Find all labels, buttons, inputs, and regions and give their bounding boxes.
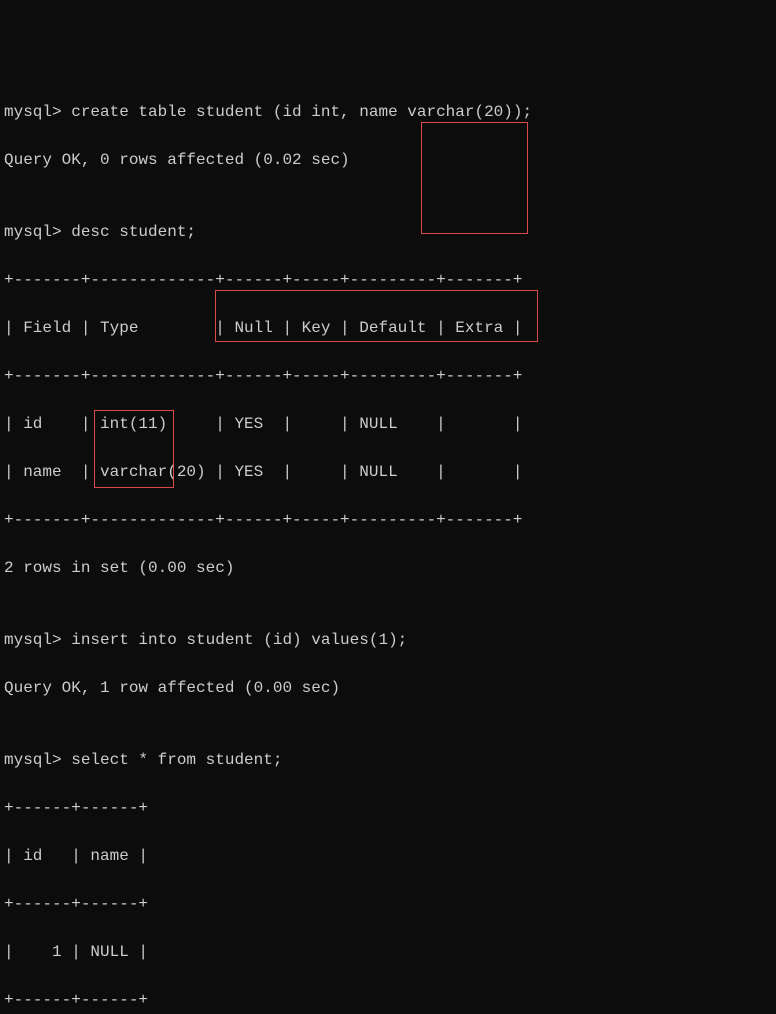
sql-desc-stmt: mysql> desc student; [4, 220, 772, 244]
table-border: +-------+-------------+------+-----+----… [4, 268, 772, 292]
table-border: +-------+-------------+------+-----+----… [4, 508, 772, 532]
sql-select-stmt: mysql> select * from student; [4, 748, 772, 772]
select-header-row: | id | name | [4, 844, 772, 868]
table-border: +------+------+ [4, 988, 772, 1012]
table-border: +-------+-------------+------+-----+----… [4, 364, 772, 388]
table-border: +------+------+ [4, 796, 772, 820]
table-border: +------+------+ [4, 892, 772, 916]
annotation-default-column [421, 122, 528, 234]
query-ok-msg: Query OK, 1 row affected (0.00 sec) [4, 676, 772, 700]
desc-header-row: | Field | Type | Null | Key | Default | … [4, 316, 772, 340]
desc-row-id: | id | int(11) | YES | | NULL | | [4, 412, 772, 436]
sql-create-stmt: mysql> create table student (id int, nam… [4, 100, 772, 124]
select-row-1: | 1 | NULL | [4, 940, 772, 964]
query-ok-msg: Query OK, 0 rows affected (0.02 sec) [4, 148, 772, 172]
sql-insert-stmt: mysql> insert into student (id) values(1… [4, 628, 772, 652]
desc-row-name: | name | varchar(20) | YES | | NULL | | [4, 460, 772, 484]
rows-in-set-msg: 2 rows in set (0.00 sec) [4, 556, 772, 580]
